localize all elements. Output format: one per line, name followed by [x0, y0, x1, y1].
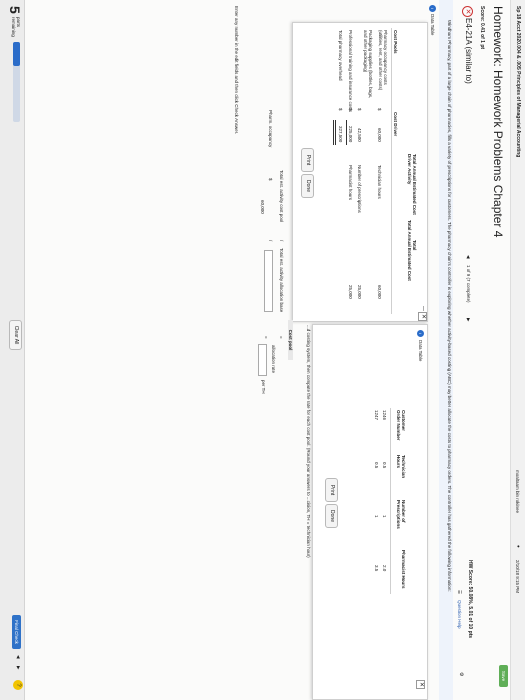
row-3-activity: 25,000 [348, 285, 353, 299]
row-1-dollar: $ [377, 108, 382, 111]
parts-progress-track [13, 42, 20, 122]
row-2-driver: Number of prescriptions [357, 165, 362, 213]
row-2-pool: Packaging supplies (bottles, bags, and o… [363, 30, 373, 99]
right-info-icon: i [417, 330, 424, 337]
right-header-rule [390, 408, 391, 594]
subtotal-rule [346, 120, 347, 145]
formula-unit: per TH [261, 380, 266, 394]
prev-icon[interactable]: ◀ [465, 255, 471, 258]
formula-equals-2: = [264, 336, 269, 339]
left-done-button[interactable]: Done [301, 174, 314, 198]
row-1-activity: 60,000 [377, 285, 382, 299]
header-total-driver-activity: Total Annual Estimated Cost Driver Activ… [407, 154, 417, 215]
header-rule [391, 28, 392, 314]
row-2-activity: 25,000 [357, 285, 362, 299]
right-print-button[interactable]: Print [325, 478, 338, 502]
header-cost-driver: Cost Driver [393, 112, 398, 137]
formula-dollar: $ [268, 178, 273, 181]
homework-page: Sp 18 Acct 2020.004 & .005 Principles of… [0, 0, 525, 700]
allocation-rate-input[interactable] [258, 344, 267, 376]
clear-all-button[interactable]: Clear All [9, 320, 22, 350]
row-3-dollar: $ [348, 108, 353, 111]
allocation-base-input[interactable] [264, 250, 273, 312]
question-pager: 1 of 9 (7 complete) [466, 265, 471, 303]
final-check-button[interactable]: Final Check [12, 615, 21, 649]
right-row-2-order: 1247 [374, 410, 379, 421]
user-icon: ● [516, 545, 521, 548]
incorrect-icon: ✕ [462, 6, 473, 17]
right-header-presc: Number of Prescriptions [396, 500, 406, 529]
row-3-pool: Professional training and insurance cost… [348, 30, 353, 113]
screenshot-stage: Sp 18 Acct 2020.004 & .005 Principles of… [0, 0, 525, 700]
help-menu-icon[interactable]: ☰ [456, 590, 462, 594]
right-header-pharm: Pharmacist Hours [401, 550, 406, 589]
row-3-driver: Pharmacist hours [348, 165, 353, 201]
right-row-2-presc: 1 [374, 515, 379, 518]
instruction-text: ...d costing system, then compute the ra… [306, 325, 311, 558]
header-total-annual-1: Total [412, 240, 417, 251]
row-4-cost: 327,500 [338, 126, 343, 143]
close-icon[interactable]: ✕ [418, 312, 427, 321]
right-done-button[interactable]: Done [325, 504, 338, 528]
row-4-dollar: $ [338, 108, 343, 111]
footer-next-icon[interactable]: ▶ [15, 666, 21, 669]
row-2-cost: 42,500 [357, 128, 362, 142]
score: Score: 0.41 of 1 pt [479, 6, 485, 50]
right-header-order: Customer Order Number [396, 410, 406, 441]
next-icon[interactable]: ▶ [465, 318, 471, 321]
total-rule [333, 120, 336, 145]
row-1-pool: Pharmacy occupancy costs (utilities, ren… [378, 30, 388, 91]
row-2-dollar: $ [357, 108, 362, 111]
right-row-1-presc: 1 [382, 515, 387, 518]
datetime: 2/10/18 9:15 PM [515, 560, 520, 594]
parts-count: 5 [7, 6, 23, 14]
formula-col2-label: Total est. activity allocation base [279, 248, 284, 313]
footer-prev-icon[interactable]: ◀ [15, 655, 21, 658]
right-close-icon[interactable]: ✕ [416, 680, 425, 689]
formula-equals-1: = [279, 336, 284, 339]
right-row-2-tech: 0.5 [374, 462, 379, 469]
header-total-annual-cost: Total Annual Estimated Cost [407, 220, 412, 281]
formula-slash-2: / [268, 240, 273, 242]
formula-value: 60,000 [260, 200, 265, 214]
help-icon[interactable]: ? [13, 680, 23, 690]
left-print-button[interactable]: Print [301, 148, 314, 172]
formula-cost-pool-header: Cost pool [288, 320, 293, 360]
formula-col3-label: allocation rate [271, 345, 276, 374]
right-row-1-pharm: 2.0 [382, 565, 387, 572]
right-data-table-title: Data Table [418, 340, 423, 362]
data-table-link[interactable]: Data Table [430, 14, 435, 35]
row-1-driver: Technician hours [377, 165, 382, 199]
formula-slash-1: / [279, 240, 284, 242]
page-title: Homework: Homework Problems Chapter 4 [491, 6, 505, 238]
parts-progress-fill [13, 42, 20, 66]
course-title: Sp 18 Acct 2020.004 & .005 Principles of… [515, 6, 521, 158]
minimize-icon[interactable]: — [420, 306, 426, 311]
problem-statement: Windham Pharmacy, part of a large chain … [447, 20, 452, 592]
question-help-link[interactable]: Question Help [457, 600, 462, 629]
formula-col1-label: Total est. activity cost pool [279, 170, 284, 223]
row-4-pool: Total pharmacy overhead [338, 30, 343, 81]
entry-instructions: Enter any number in the edit fields and … [234, 6, 239, 135]
gear-icon[interactable]: ⚙ [458, 672, 464, 676]
info-icon: i [429, 5, 436, 12]
formula-row-label: Pharm. occupancy [268, 110, 273, 148]
right-row-1-tech: 0.5 [382, 462, 387, 469]
problem-title: E4-21A (similar to) [464, 18, 473, 84]
header-cost-pools: Cost Pools [393, 30, 398, 54]
row-1-cost: 60,000 [377, 128, 382, 142]
user-name: moaltaam bin rokinee [515, 470, 520, 514]
right-row-2-pharm: 3.5 [374, 565, 379, 572]
parts-label: parts remaining [11, 17, 21, 37]
row-3-cost: 225,000 [348, 126, 353, 143]
right-row-1-order: 1246 [382, 410, 387, 421]
hw-score: HW Score: 50.08%, 5.01 of 10 pts [467, 560, 473, 639]
save-button[interactable]: Save [499, 665, 508, 687]
right-header-tech: Technician Hours [396, 455, 406, 479]
